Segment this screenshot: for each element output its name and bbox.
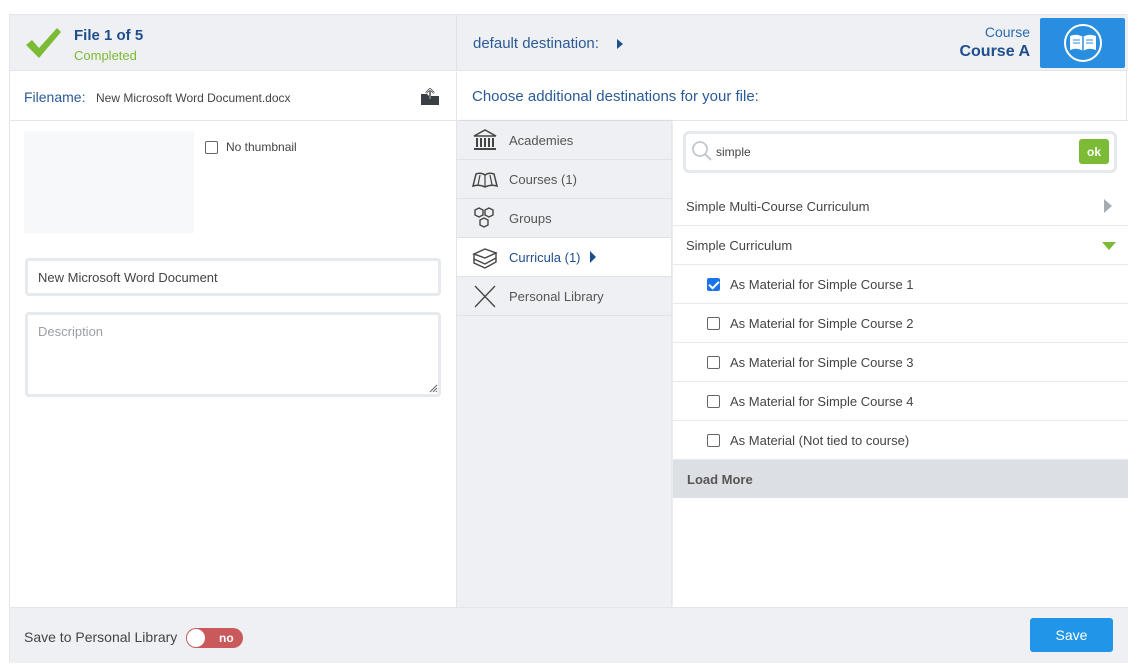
filename-row: Filename: New Microsoft Word Document.do… bbox=[10, 72, 457, 121]
filename-value: New Microsoft Word Document.docx bbox=[96, 91, 291, 105]
material-label: As Material (Not tied to course) bbox=[730, 432, 910, 448]
save-button[interactable]: Save bbox=[1030, 618, 1113, 652]
material-label: As Material for Simple Course 1 bbox=[730, 276, 914, 292]
no-thumbnail-checkbox[interactable] bbox=[205, 140, 218, 154]
no-thumbnail-option[interactable]: No thumbnail bbox=[205, 140, 297, 154]
filename-label: Filename: bbox=[24, 89, 86, 105]
no-thumbnail-label: No thumbnail bbox=[226, 140, 297, 154]
category-label: Curricula (1) bbox=[509, 249, 581, 265]
resize-grip-icon[interactable] bbox=[428, 383, 438, 393]
file-status: Completed bbox=[74, 48, 137, 63]
destination-categories: Academies Courses (1) Groups Curricula (… bbox=[457, 121, 671, 607]
books-stack-icon bbox=[472, 248, 498, 269]
toggle-label: no bbox=[219, 631, 234, 645]
chevron-down-icon[interactable] bbox=[1102, 242, 1116, 250]
curriculum-row[interactable]: Simple Curriculum bbox=[673, 226, 1128, 265]
material-checkbox[interactable] bbox=[707, 394, 720, 408]
academy-icon bbox=[473, 129, 497, 150]
category-label: Courses (1) bbox=[509, 171, 577, 187]
destinations-heading: Choose additional destinations for your … bbox=[472, 88, 759, 105]
search-input[interactable]: simple bbox=[716, 145, 751, 159]
material-label: As Material for Simple Course 3 bbox=[730, 354, 914, 370]
curriculum-label: Simple Curriculum bbox=[686, 237, 793, 253]
file-title-input[interactable] bbox=[25, 258, 441, 296]
material-label: As Material for Simple Course 4 bbox=[730, 393, 914, 409]
curriculum-label: Simple Multi-Course Curriculum bbox=[686, 198, 870, 214]
material-row[interactable]: As Material for Simple Course 4 bbox=[673, 382, 1128, 421]
checkmark-icon bbox=[26, 28, 61, 58]
curriculum-row[interactable]: Simple Multi-Course Curriculum bbox=[673, 187, 1128, 226]
material-row[interactable]: As Material for Simple Course 3 bbox=[673, 343, 1128, 382]
material-checkbox[interactable] bbox=[707, 433, 720, 447]
category-label: Academies bbox=[509, 132, 574, 148]
category-label: Personal Library bbox=[509, 288, 604, 304]
caret-right-icon[interactable] bbox=[617, 39, 623, 49]
material-label: As Material for Simple Course 2 bbox=[730, 315, 914, 331]
save-personal-library-toggle[interactable]: no bbox=[186, 628, 243, 648]
results-list: Simple Multi-Course Curriculum Simple Cu… bbox=[673, 187, 1128, 498]
file-count: File 1 of 5 bbox=[74, 27, 144, 44]
thumbnail-placeholder bbox=[24, 131, 194, 233]
footer-bar: Save to Personal Library no Save bbox=[10, 607, 1128, 663]
search-box: simple ok bbox=[683, 131, 1117, 173]
file-status-section: File 1 of 5 Completed bbox=[10, 15, 457, 71]
file-details: No thumbnail bbox=[10, 121, 457, 607]
destinations-heading-row: Choose additional destinations for your … bbox=[457, 72, 1128, 121]
header-bar: File 1 of 5 Completed default destinatio… bbox=[10, 15, 1128, 71]
category-groups[interactable]: Groups bbox=[457, 199, 671, 238]
material-checkbox[interactable] bbox=[707, 355, 720, 369]
book-icon bbox=[471, 172, 499, 188]
chevron-right-icon[interactable] bbox=[1104, 199, 1112, 213]
course-name: Course A bbox=[959, 43, 1030, 60]
material-checkbox[interactable] bbox=[707, 316, 720, 330]
category-courses[interactable]: Courses (1) bbox=[457, 160, 671, 199]
material-checkbox[interactable] bbox=[707, 277, 720, 291]
folder-upload-icon[interactable] bbox=[420, 88, 442, 106]
open-book-icon bbox=[1064, 24, 1102, 62]
groups-icon bbox=[474, 207, 494, 228]
material-row[interactable]: As Material for Simple Course 1 bbox=[673, 265, 1128, 304]
search-icon bbox=[692, 141, 712, 161]
default-destination-label[interactable]: default destination: bbox=[473, 35, 599, 52]
category-academies[interactable]: Academies bbox=[457, 121, 671, 160]
category-personal-library[interactable]: Personal Library bbox=[457, 277, 671, 316]
destination-results: simple ok Simple Multi-Course Curriculum… bbox=[673, 121, 1128, 607]
category-label: Groups bbox=[509, 210, 552, 226]
course-thumbnail bbox=[1040, 18, 1125, 68]
toggle-knob bbox=[187, 629, 205, 647]
description-textarea[interactable] bbox=[25, 312, 441, 397]
material-row[interactable]: As Material for Simple Course 2 bbox=[673, 304, 1128, 343]
course-label: Course bbox=[984, 24, 1030, 40]
category-curricula[interactable]: Curricula (1) bbox=[457, 238, 671, 277]
search-ok-button[interactable]: ok bbox=[1079, 139, 1109, 164]
save-personal-library-label: Save to Personal Library bbox=[24, 629, 178, 645]
caret-right-icon bbox=[589, 251, 596, 263]
load-more-button[interactable]: Load More bbox=[673, 460, 1128, 498]
upload-dialog: File 1 of 5 Completed default destinatio… bbox=[9, 14, 1128, 663]
personal-library-icon bbox=[474, 285, 496, 308]
material-row[interactable]: As Material (Not tied to course) bbox=[673, 421, 1128, 460]
